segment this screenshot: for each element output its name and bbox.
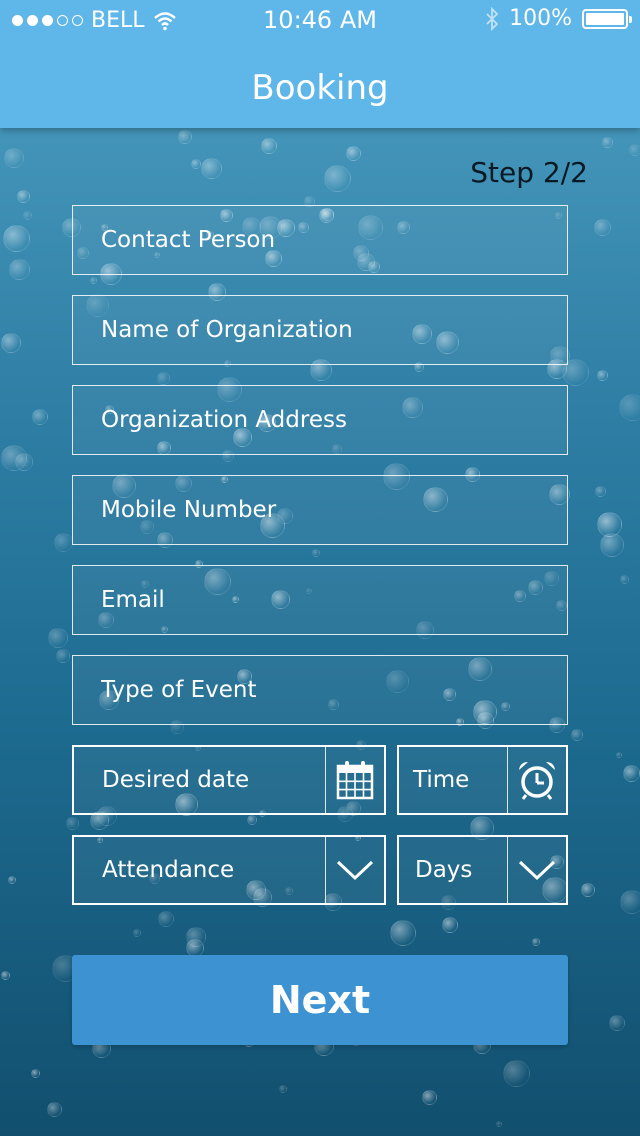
next-button[interactable]: Next	[72, 955, 568, 1045]
bubble	[616, 752, 622, 758]
organization-address-field[interactable]	[72, 385, 568, 455]
bubble	[3, 225, 30, 252]
bubble	[247, 815, 257, 825]
bubble	[442, 917, 458, 933]
attendance-label: Attendance	[102, 857, 235, 883]
bubble	[623, 765, 640, 782]
time-label: Time	[413, 767, 470, 793]
time-field[interactable]: Time	[397, 745, 568, 815]
days-label: Days	[415, 857, 473, 883]
bubble	[31, 1069, 40, 1078]
bubble	[1, 333, 21, 353]
bubble	[600, 533, 624, 557]
bubble	[620, 575, 629, 584]
bubble	[23, 211, 32, 220]
desired-date-label: Desired date	[102, 767, 250, 793]
bubble	[496, 1121, 502, 1127]
bubble	[422, 1090, 437, 1105]
bubble	[279, 1085, 287, 1093]
date-picker-button[interactable]	[325, 747, 384, 813]
time-picker-button[interactable]	[507, 747, 566, 813]
bubble	[1, 971, 10, 980]
attendance-dropdown-button[interactable]	[325, 837, 384, 903]
bubble	[619, 394, 640, 421]
bubble	[66, 817, 79, 830]
mobile-number-field[interactable]	[72, 475, 568, 545]
mobile-number-input[interactable]	[73, 476, 567, 544]
event-type-input[interactable]	[73, 656, 567, 724]
bubble	[620, 890, 640, 914]
bubble	[261, 138, 277, 154]
bubble	[609, 1015, 625, 1031]
chevron-down-icon	[336, 860, 374, 881]
bubble	[17, 190, 30, 203]
bubble	[390, 920, 416, 946]
bubble	[201, 158, 222, 179]
battery-icon	[582, 8, 632, 29]
bubble	[629, 144, 640, 156]
bubble	[158, 911, 174, 927]
email-field[interactable]	[72, 565, 568, 635]
bubble	[8, 876, 16, 884]
bubble	[594, 219, 611, 236]
step-indicator: Step 2/2	[470, 156, 588, 189]
days-dropdown[interactable]: Days	[397, 835, 568, 905]
bubble	[133, 929, 141, 937]
battery-percent: 100%	[509, 6, 572, 31]
bubble	[595, 486, 606, 497]
bubble	[47, 1102, 62, 1117]
bubble	[48, 628, 68, 648]
calendar-icon	[336, 761, 374, 800]
bubble	[56, 649, 70, 663]
bubble	[324, 165, 351, 192]
days-dropdown-button[interactable]	[507, 837, 566, 903]
bubble	[597, 370, 608, 381]
bluetooth-icon	[486, 6, 499, 31]
bubble	[32, 409, 48, 425]
contact-person-input[interactable]	[73, 206, 567, 274]
contact-person-field[interactable]	[72, 205, 568, 275]
bubble	[503, 1060, 530, 1087]
bubble	[90, 277, 97, 284]
bubble	[186, 927, 206, 947]
bubble	[15, 453, 33, 471]
bubble	[54, 533, 73, 552]
bubble	[157, 372, 170, 385]
bubble	[4, 148, 24, 168]
bubble	[312, 549, 320, 557]
page-title: Booking	[251, 68, 389, 108]
desired-date-field[interactable]: Desired date	[72, 745, 386, 815]
chevron-down-icon	[518, 860, 556, 881]
status-bar: BELL 10:46 AM 100%	[0, 0, 640, 40]
bubble	[597, 512, 622, 537]
bubble	[571, 729, 583, 741]
bubble	[9, 259, 30, 280]
event-type-field[interactable]	[72, 655, 568, 725]
bubble	[346, 146, 361, 161]
bubble	[191, 159, 201, 169]
bubble	[178, 130, 192, 144]
bubble	[602, 137, 613, 148]
organization-address-input[interactable]	[73, 386, 567, 454]
organization-name-field[interactable]	[72, 295, 568, 365]
attendance-dropdown[interactable]: Attendance	[72, 835, 386, 905]
bubble	[532, 938, 540, 946]
organization-name-input[interactable]	[73, 296, 567, 364]
bubble	[1, 445, 27, 471]
alarm-clock-icon	[519, 762, 555, 800]
bubble	[581, 883, 595, 897]
email-input[interactable]	[73, 566, 567, 634]
